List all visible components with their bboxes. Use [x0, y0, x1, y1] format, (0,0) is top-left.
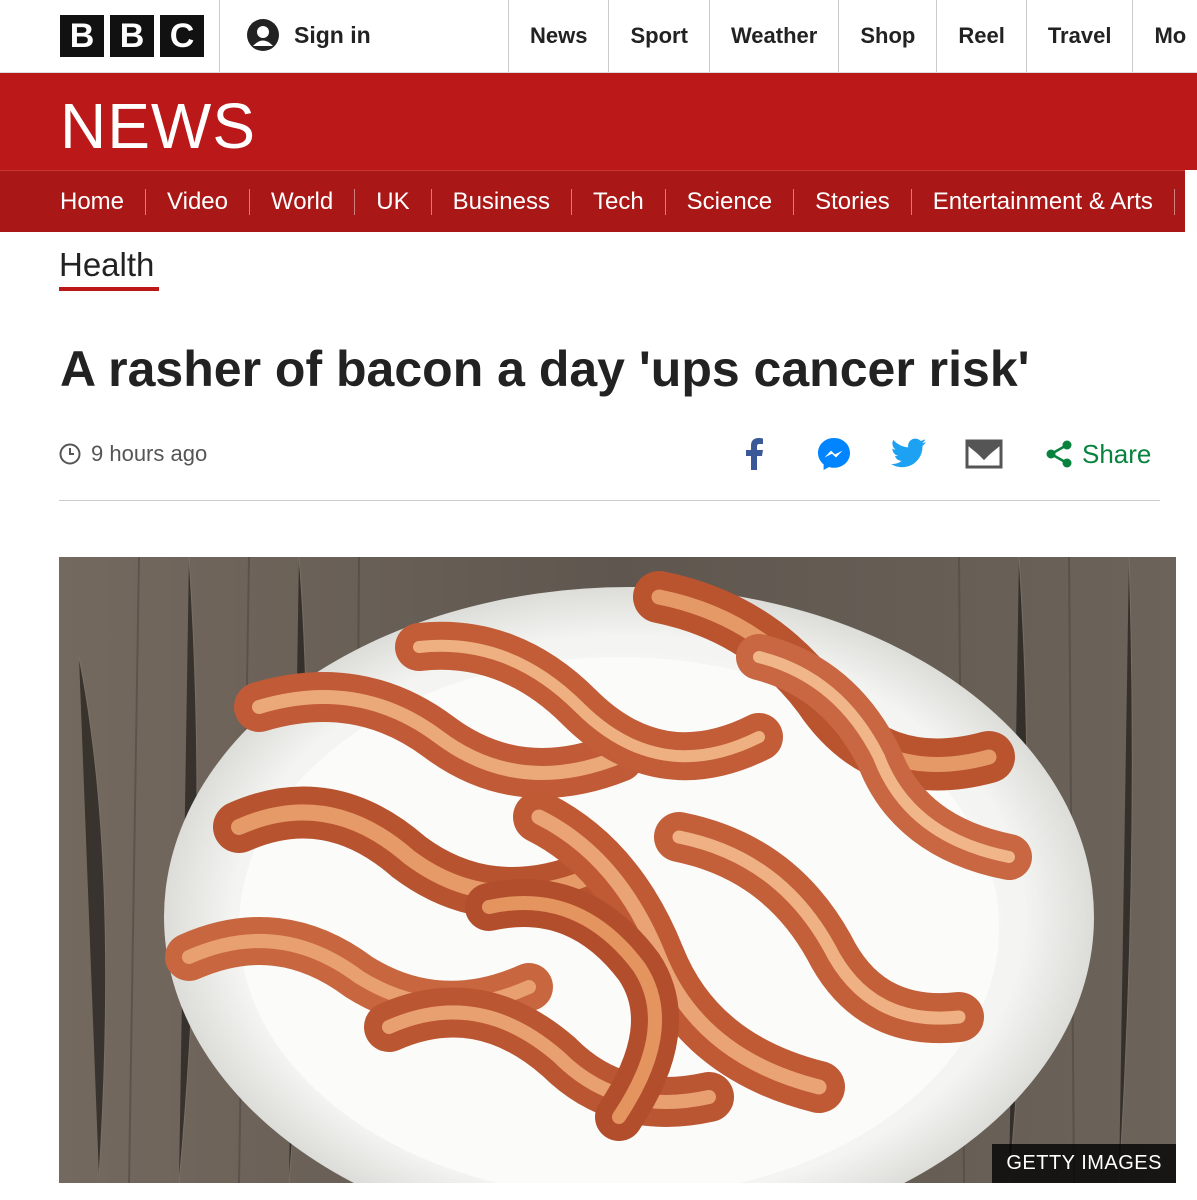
sub-nav-world[interactable]: World: [248, 188, 354, 215]
clock-icon: [59, 443, 81, 465]
top-nav-travel[interactable]: Travel: [1025, 0, 1133, 72]
top-nav: News Sport Weather Shop Reel Travel Mo: [508, 0, 1197, 72]
share-label: Share: [1082, 438, 1152, 469]
image-credit: GETTY IMAGES: [992, 1144, 1176, 1183]
sub-nav-business[interactable]: Business: [430, 188, 571, 215]
news-masthead: NEWS: [0, 73, 1197, 170]
top-nav-shop[interactable]: Shop: [838, 0, 936, 72]
twitter-icon: [891, 438, 926, 468]
logo-letter: C: [160, 15, 204, 57]
sub-nav-science[interactable]: Science: [664, 188, 793, 215]
article-timestamp: 9 hours ago: [59, 441, 207, 467]
divider: [219, 0, 220, 72]
section-underline: [59, 287, 159, 291]
sub-nav-uk[interactable]: UK: [354, 188, 430, 215]
bacon-plate-image: [59, 557, 1176, 1183]
timestamp-text: 9 hours ago: [91, 441, 208, 466]
email-share-button[interactable]: [965, 434, 1003, 474]
top-nav-news[interactable]: News: [508, 0, 608, 72]
sub-nav-video[interactable]: Video: [145, 188, 249, 215]
messenger-share-button[interactable]: [816, 434, 852, 474]
facebook-share-button[interactable]: [740, 434, 770, 474]
top-nav-more[interactable]: Mo: [1132, 0, 1197, 72]
logo-letter: B: [60, 15, 104, 57]
sign-in-label: Sign in: [294, 21, 371, 48]
share-tools: Share: [740, 434, 1160, 478]
top-nav-sport[interactable]: Sport: [608, 0, 708, 72]
sub-nav-home[interactable]: Home: [60, 188, 145, 215]
article-hero-image: GETTY IMAGES: [59, 557, 1176, 1183]
sub-nav-stories[interactable]: Stories: [793, 188, 911, 215]
share-icon: [1046, 440, 1072, 468]
facebook-icon: [746, 438, 763, 470]
user-icon: [247, 19, 279, 51]
top-nav-reel[interactable]: Reel: [936, 0, 1025, 72]
sign-in-button[interactable]: Sign in: [246, 18, 371, 52]
section-label[interactable]: Health: [59, 246, 154, 284]
article-headline: A rasher of bacon a day 'ups cancer risk…: [60, 341, 1030, 397]
top-nav-weather[interactable]: Weather: [708, 0, 838, 72]
sub-nav-entertainment-arts[interactable]: Entertainment & Arts: [910, 188, 1175, 215]
messenger-icon: [818, 438, 850, 470]
meta-divider: [59, 500, 1160, 501]
sub-nav-tech[interactable]: Tech: [570, 188, 665, 215]
sub-nav: Home Video World UK Business Tech Scienc…: [0, 170, 1185, 232]
news-logo[interactable]: NEWS: [60, 89, 256, 163]
email-icon: [965, 439, 1003, 469]
share-button[interactable]: Share: [1044, 434, 1151, 474]
top-bar: B B C Sign in News Sport Weather Shop Re…: [0, 0, 1197, 73]
logo-letter: B: [110, 15, 154, 57]
twitter-share-button[interactable]: [891, 434, 927, 474]
bbc-logo[interactable]: B B C: [60, 15, 204, 57]
